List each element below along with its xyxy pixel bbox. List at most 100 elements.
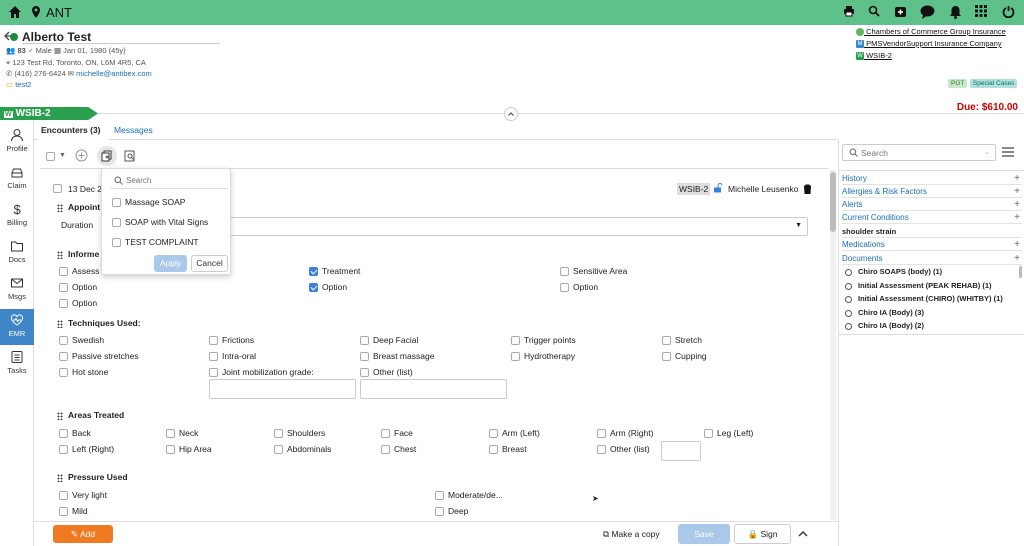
sidebar-item-profile[interactable]: Profile xyxy=(0,124,34,160)
dropdown-search[interactable] xyxy=(110,173,228,189)
sidebar-item-tasks[interactable]: Tasks xyxy=(0,346,34,382)
pressure-option[interactable]: Moderate/de... xyxy=(435,490,503,501)
right-search[interactable]: ⌄ xyxy=(842,144,996,161)
add-appointment-icon[interactable] xyxy=(894,5,908,19)
informed-option[interactable]: Option xyxy=(59,282,97,293)
technique-option[interactable]: Hot stone xyxy=(59,367,108,378)
dropdown-item[interactable]: SOAP with Vital Signs xyxy=(112,217,208,228)
area-option[interactable]: Abdominals xyxy=(274,444,331,455)
case-bar[interactable]: W WSIB-2 xyxy=(0,107,98,120)
insurance-item[interactable]: W WSIB-2 xyxy=(856,51,1006,61)
unlock-icon[interactable] xyxy=(713,183,723,193)
technique-option[interactable]: Breast massage xyxy=(360,351,434,362)
documents-scrollbar[interactable] xyxy=(1019,266,1022,278)
history-section[interactable]: History + xyxy=(842,172,1022,185)
technique-option[interactable]: Intra-oral xyxy=(209,351,256,362)
medications-section[interactable]: Medications + xyxy=(842,238,1022,251)
document-item[interactable]: Chiro IA (Body) (2) xyxy=(845,321,924,330)
technique-option[interactable]: Joint mobilization grade: xyxy=(209,367,314,378)
chat-icon[interactable] xyxy=(920,5,935,19)
area-option[interactable]: Face xyxy=(381,428,413,439)
templates-button[interactable] xyxy=(97,146,117,166)
documents-section[interactable]: Documents + xyxy=(842,252,1022,265)
dropdown-search-input[interactable] xyxy=(126,174,224,187)
right-search-input[interactable] xyxy=(861,146,971,159)
save-button[interactable]: Save xyxy=(678,524,730,544)
dropdown-item[interactable]: TEST COMPLAINT xyxy=(112,237,199,248)
document-item[interactable]: Initial Assessment (PEAK REHAB) (1) xyxy=(845,281,992,290)
technique-option[interactable]: Hydrotherapy xyxy=(511,351,575,362)
chevron-up-icon[interactable] xyxy=(798,530,808,537)
power-icon[interactable] xyxy=(1002,5,1016,19)
pressure-option[interactable]: Deep xyxy=(435,506,468,517)
sidebar-item-docs[interactable]: Docs xyxy=(0,235,34,271)
main-scrollbar[interactable] xyxy=(830,170,836,520)
patient-tag[interactable]: ▭ test2 xyxy=(6,80,31,89)
alerts-section[interactable]: Alerts + xyxy=(842,198,1022,211)
area-option[interactable]: Hip Area xyxy=(166,444,212,455)
select-all-checkbox[interactable] xyxy=(46,152,55,161)
sidebar-item-msgs[interactable]: Msgs xyxy=(0,272,34,308)
add-button[interactable]: ✎ Add xyxy=(53,525,113,543)
technique-option[interactable]: Other (list) xyxy=(360,367,413,378)
area-option[interactable]: Left (Right) xyxy=(59,444,114,455)
technique-option[interactable]: Deep Facial xyxy=(360,335,418,346)
encounter-checkbox[interactable] xyxy=(53,184,62,193)
allergies-section[interactable]: Allergies & Risk Factors + xyxy=(842,185,1022,198)
other-area-input[interactable] xyxy=(661,441,701,461)
pressure-option[interactable]: Very light xyxy=(59,490,107,501)
search-document-icon[interactable] xyxy=(124,150,136,162)
print-icon[interactable] xyxy=(843,5,857,19)
other-technique-input[interactable] xyxy=(360,379,507,399)
sign-button[interactable]: 🔒 Sign xyxy=(734,524,791,544)
apply-button[interactable]: Apply xyxy=(154,255,187,272)
technique-option[interactable]: Frictions xyxy=(209,335,254,346)
document-item[interactable]: Chiro SOAPS (body) (1) xyxy=(845,267,942,276)
area-option[interactable]: Neck xyxy=(166,428,198,439)
area-option[interactable]: Chest xyxy=(381,444,416,455)
trash-icon[interactable] xyxy=(803,184,812,194)
search-icon[interactable] xyxy=(868,5,882,19)
tab-encounters[interactable]: Encounters (3) xyxy=(41,125,101,135)
dropdown-item[interactable]: Massage SOAP xyxy=(112,197,185,208)
informed-option[interactable]: Sensitive Area xyxy=(560,266,627,277)
conditions-section[interactable]: Current Conditions + xyxy=(842,211,1022,224)
make-copy-button[interactable]: ⧉ Make a copy xyxy=(603,529,660,540)
pressure-option[interactable]: Mild xyxy=(59,506,88,517)
apps-grid-icon[interactable] xyxy=(975,5,989,19)
area-option[interactable]: Other (list) xyxy=(597,444,650,455)
bell-icon[interactable] xyxy=(949,5,963,19)
sidebar-item-billing[interactable]: $ Billing xyxy=(0,198,34,234)
technique-option[interactable]: Passive stretches xyxy=(59,351,139,362)
document-item[interactable]: Chiro IA (Body) (3) xyxy=(845,308,924,317)
informed-option[interactable]: Option xyxy=(560,282,598,293)
technique-option[interactable]: Stretch xyxy=(662,335,702,346)
tab-messages[interactable]: Messages xyxy=(114,125,153,135)
add-circle-icon[interactable] xyxy=(75,149,88,162)
area-option[interactable]: Back xyxy=(59,428,91,439)
informed-option[interactable]: Option xyxy=(59,298,97,309)
location-pin-icon[interactable] xyxy=(29,5,43,19)
document-item[interactable]: Initial Assessment (CHIRO) (WHITBY) (1) xyxy=(845,294,1003,303)
area-option[interactable]: Arm (Left) xyxy=(489,428,540,439)
home-icon[interactable] xyxy=(8,5,22,19)
area-option[interactable]: Arm (Right) xyxy=(597,428,653,439)
technique-option[interactable]: Trigger points xyxy=(511,335,576,346)
informed-option[interactable]: Treatment xyxy=(309,266,360,277)
area-option[interactable]: Shoulders xyxy=(274,428,325,439)
insurance-item[interactable]: M PMSVendorSupport Insurance Company xyxy=(856,39,1006,49)
technique-option[interactable]: Cupping xyxy=(662,351,707,362)
technique-option[interactable]: Swedish xyxy=(59,335,104,346)
chevron-down-icon[interactable]: ▼ xyxy=(59,152,66,159)
informed-option[interactable]: Assess xyxy=(59,266,99,277)
cancel-button[interactable]: Cancel xyxy=(191,255,228,272)
informed-option[interactable]: Option xyxy=(309,282,347,293)
collapse-header-button[interactable] xyxy=(504,107,518,121)
sidebar-item-emr[interactable]: EMR xyxy=(0,309,34,345)
insurance-item[interactable]: Chambers of Commerce Group Insurance xyxy=(856,27,1006,37)
sidebar-item-claim[interactable]: Claim xyxy=(0,161,34,197)
area-option[interactable]: Breast xyxy=(489,444,527,455)
menu-icon[interactable] xyxy=(1002,147,1014,157)
area-option[interactable]: Leg (Left) xyxy=(704,428,753,439)
joint-mobilization-input[interactable] xyxy=(209,379,356,399)
